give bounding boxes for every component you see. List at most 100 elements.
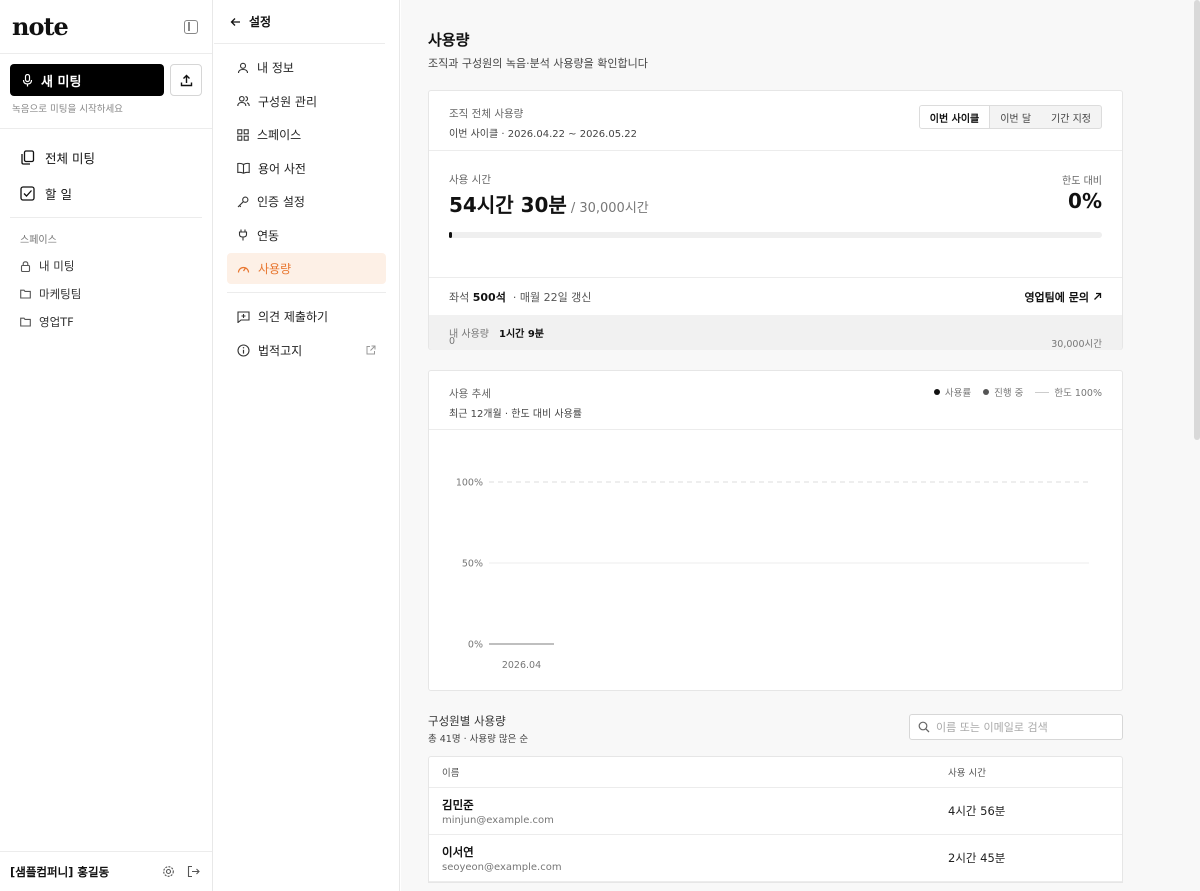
info-icon: [237, 343, 250, 357]
nav-item-label: 전체 미팅: [45, 150, 95, 166]
checkbox-icon: [20, 185, 35, 201]
settings-item-auth[interactable]: 인증 설정: [227, 186, 386, 217]
seat-count: 500석: [472, 290, 506, 304]
member-cell: 김민준 minjun@example.com: [429, 797, 948, 826]
settings-item-label: 의견 제출하기: [258, 310, 329, 324]
member-search-input[interactable]: [936, 720, 1116, 734]
main-content: 사용량 조직과 구성원의 녹음·분석 사용량을 확인합니다 조직 전체 사용량 …: [401, 0, 1200, 891]
settings-item-label: 용어 사전: [258, 161, 306, 176]
user-name: [샘플컴퍼니] 홍길동: [10, 864, 110, 879]
member-cell: 이서연 seoyeon@example.com: [429, 844, 948, 873]
usage-value: 54시간 30분: [449, 193, 567, 217]
legend-dot: [983, 389, 990, 395]
settings-item-label: 구성원 관리: [258, 94, 318, 109]
settings-item-usage[interactable]: 사용량: [227, 253, 386, 284]
settings-title: 설정: [249, 15, 272, 29]
user-icon: [237, 62, 249, 73]
seat-info: 좌석 500석 · 매월 22일 갱신: [449, 289, 591, 305]
settings-item-label: 인증 설정: [257, 195, 305, 209]
settings-back[interactable]: 설정: [214, 0, 385, 44]
trend-header: 사용 추세 최근 12개월 · 한도 대비 사용률 사용률 진행 중 한도 10…: [429, 371, 1122, 430]
contact-sales-link[interactable]: 영업팀에 문의: [1024, 289, 1102, 305]
members-table: 이름 사용 시간 김민준 minjun@example.com 4시간 56분 …: [428, 756, 1123, 883]
upload-icon: [180, 74, 192, 86]
settings-item-label: 연동: [257, 228, 280, 243]
member-usage-time: 2시간 45분: [948, 851, 1006, 865]
org-usage-body: 사용 시간 54시간 30분/ 30,000시간 한도 대비 0%: [429, 151, 1122, 278]
usage-time-label: 사용 시간: [449, 174, 491, 186]
space-item-my-meetings[interactable]: 내 미팅: [0, 252, 212, 280]
folder-icon: [20, 317, 31, 327]
scrollbar[interactable]: [1194, 0, 1200, 440]
members-title: 구성원별 사용량: [428, 714, 506, 728]
my-usage-row: 내 사용량 1시간 9분: [429, 315, 1122, 350]
space-item-sales-tf[interactable]: 영업TF: [0, 308, 212, 336]
legend-dot: [933, 389, 940, 395]
renew-info: · 매월 22일 갱신: [512, 290, 592, 304]
limit-ratio-label: 한도 대비: [1062, 176, 1102, 187]
usage-trend-card: 사용 추세 최근 12개월 · 한도 대비 사용률 사용률 진행 중 한도 10…: [428, 370, 1123, 691]
org-usage-card: 조직 전체 사용량 이번 사이클 · 2026.04.22 ~ 2026.05.…: [428, 90, 1123, 350]
tab-this-month[interactable]: 이번 달: [990, 106, 1041, 128]
collapse-sidebar-icon[interactable]: [184, 19, 198, 34]
y-tick-label: 50%: [462, 559, 483, 570]
page-subtitle: 조직과 구성원의 녹음·분석 사용량을 확인합니다: [428, 57, 648, 70]
book-icon: [237, 162, 250, 174]
usage-limit: / 30,000시간: [570, 201, 649, 216]
member-name: 이서연: [442, 844, 474, 859]
nav-item-label: 할 일: [45, 186, 72, 202]
settings-item-feedback[interactable]: 의견 제출하기: [227, 301, 386, 332]
member-email: minjun@example.com: [442, 814, 554, 826]
y-tick-label: 0%: [468, 640, 483, 651]
settings-item-profile[interactable]: 내 정보: [227, 52, 386, 83]
table-header: 이름 사용 시간: [429, 757, 1122, 788]
settings-item-glossary[interactable]: 용어 사전: [227, 153, 386, 184]
external-link-icon: [366, 345, 376, 354]
member-name: 김민준: [442, 797, 474, 812]
member-search: [909, 714, 1123, 740]
key-icon: [237, 196, 249, 207]
folder-icon: [20, 289, 31, 299]
limit-ratio-value: 0%: [1068, 189, 1102, 213]
settings-item-legal[interactable]: 법적고지: [227, 335, 386, 366]
new-meeting-hint: 녹음으로 미팅을 시작하세요: [12, 104, 123, 115]
tab-custom-range[interactable]: 기간 지정: [1041, 106, 1101, 128]
users-icon: [237, 95, 250, 107]
settings-item-label: 법적고지: [258, 343, 303, 358]
nav-item-all-meetings[interactable]: 전체 미팅: [10, 139, 202, 175]
search-icon: [918, 721, 930, 733]
tab-this-cycle[interactable]: 이번 사이클: [919, 106, 991, 128]
arrow-left-icon: [230, 17, 240, 26]
plug-icon: [238, 229, 248, 241]
app-logo: note: [12, 12, 69, 41]
settings-extra-list: 의견 제출하기 법적고지: [214, 301, 399, 366]
settings-item-members[interactable]: 구성원 관리: [227, 86, 386, 117]
column-header-name[interactable]: 이름: [429, 765, 948, 779]
footer-icons: [162, 865, 200, 878]
x-tick-label: 2026.04: [502, 660, 541, 671]
gauge-icon: [237, 266, 250, 273]
new-meeting-label: 새 미팅: [41, 74, 82, 90]
divider: [227, 292, 386, 293]
microphone-icon: [22, 73, 33, 86]
settings-item-spaces[interactable]: 스페이스: [227, 119, 386, 150]
progress-min-label: 0: [449, 336, 456, 347]
legend-label: 사용률: [944, 388, 972, 399]
upload-button[interactable]: [170, 64, 202, 96]
legend-label: 진행 중: [994, 388, 1024, 399]
settings-nav: 설정 내 정보 구성원 관리 스페이스 용어 사전 인증 설정 연동 사용량 의…: [214, 0, 400, 891]
new-meeting-button[interactable]: 새 미팅: [10, 64, 164, 96]
gear-icon[interactable]: [162, 865, 175, 878]
space-item-marketing[interactable]: 마케팅팀: [0, 280, 212, 308]
logout-icon[interactable]: [187, 865, 200, 878]
chart-legend: 사용률 진행 중 한도 100%: [933, 385, 1102, 399]
column-header-time[interactable]: 사용 시간: [948, 765, 1122, 779]
legend-line: [1035, 391, 1050, 393]
main-nav: 전체 미팅 할 일: [0, 129, 212, 211]
documents-icon: [21, 149, 35, 165]
table-row[interactable]: 김민준 minjun@example.com 4시간 56분: [429, 788, 1122, 835]
table-row[interactable]: 이서연 seoyeon@example.com 2시간 45분: [429, 835, 1122, 882]
settings-item-integrations[interactable]: 연동: [227, 220, 386, 251]
settings-item-label: 스페이스: [257, 128, 302, 142]
nav-item-todo[interactable]: 할 일: [10, 175, 202, 211]
